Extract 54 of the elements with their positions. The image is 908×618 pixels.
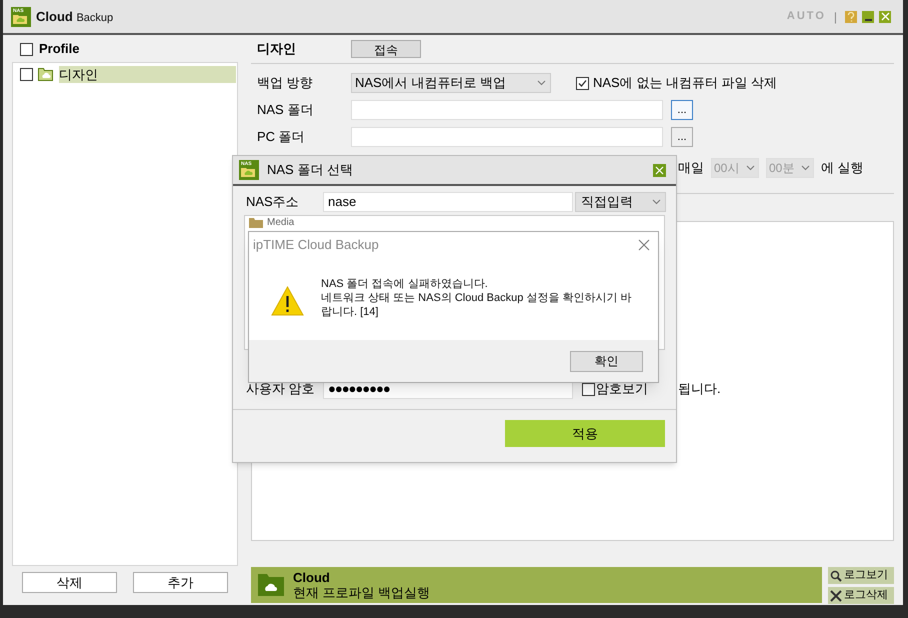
- folder-path-field[interactable]: [351, 127, 663, 147]
- field-label: NAS주소: [246, 193, 300, 212]
- checkbox-label: NAS에 없는 내컴퓨터 파일 삭제: [593, 74, 778, 92]
- dialog-title: NAS 폴더 선택: [267, 161, 353, 180]
- browse-button[interactable]: ...: [671, 127, 693, 147]
- field-label: PC 폴더: [257, 128, 306, 146]
- caret-icon: [537, 80, 546, 86]
- status-bar[interactable]: Cloud 현재 프로파일 백업실행: [251, 567, 822, 603]
- address-field[interactable]: nase: [323, 192, 573, 212]
- checkbox[interactable]: [576, 76, 589, 90]
- schedule-label: 에 실행: [821, 159, 864, 178]
- caret-icon: [746, 165, 755, 171]
- log-button[interactable]: 로그보기: [828, 567, 894, 584]
- caret-icon: [652, 199, 661, 205]
- log-text: 됩니다.: [678, 381, 721, 396]
- checkbox-label: 암호보기: [596, 380, 648, 398]
- field-label: 백업 방향: [257, 74, 314, 92]
- folder-path-field[interactable]: [351, 100, 663, 120]
- dialog-title: ipTIME Cloud Backup: [253, 236, 380, 254]
- folder-item[interactable]: Media: [267, 217, 294, 228]
- folder-icon: [258, 574, 284, 596]
- field-label: 사용자 암호: [246, 380, 316, 398]
- browse-button[interactable]: ...: [671, 100, 693, 120]
- status-title: Cloud: [293, 570, 331, 585]
- close-icon[interactable]: [653, 164, 666, 176]
- checkbox[interactable]: [20, 68, 33, 81]
- profile-item[interactable]: 디자인: [59, 66, 236, 83]
- auto-label: AUTO: [786, 9, 826, 24]
- ok-button[interactable]: 확인: [570, 350, 643, 372]
- close-icon[interactable]: [638, 239, 650, 251]
- folder-icon: [249, 218, 263, 228]
- folder-icon: [38, 68, 54, 81]
- caret-icon: [801, 165, 810, 171]
- log-button[interactable]: 로그삭제: [828, 587, 894, 604]
- field-label: NAS 폴더: [257, 101, 314, 120]
- profile-header: Profile: [39, 40, 80, 58]
- profile-action-button[interactable]: 추가: [133, 572, 228, 593]
- connect-button[interactable]: 접속: [351, 40, 421, 58]
- minimize-icon[interactable]: [862, 10, 874, 22]
- separator-text: |: [834, 8, 837, 26]
- direction-select[interactable]: NAS에서 내컴퓨터로 백업: [351, 73, 551, 93]
- apply-button[interactable]: 적용: [505, 420, 665, 447]
- checkbox[interactable]: [582, 382, 595, 396]
- checkbox[interactable]: [20, 42, 33, 56]
- status-text: 현재 프로파일 백업실행: [293, 585, 430, 600]
- error-message: NAS 폴더 접속에 실패하였습니다. 네트워크 상태 또는 NAS의 Cloud Backup 설정을 확인하시기 바 랍니다. [14]: [321, 277, 632, 319]
- address-mode-select[interactable]: 직접입력: [575, 192, 666, 212]
- profile-action-button[interactable]: 삭제: [22, 572, 117, 593]
- schedule-label: 매일: [678, 159, 704, 178]
- window-title: Cloud Backup: [36, 8, 114, 26]
- close-icon: [830, 590, 842, 602]
- search-icon: [830, 570, 842, 582]
- profile-name: 디자인: [257, 40, 297, 58]
- warning-icon: [271, 286, 304, 316]
